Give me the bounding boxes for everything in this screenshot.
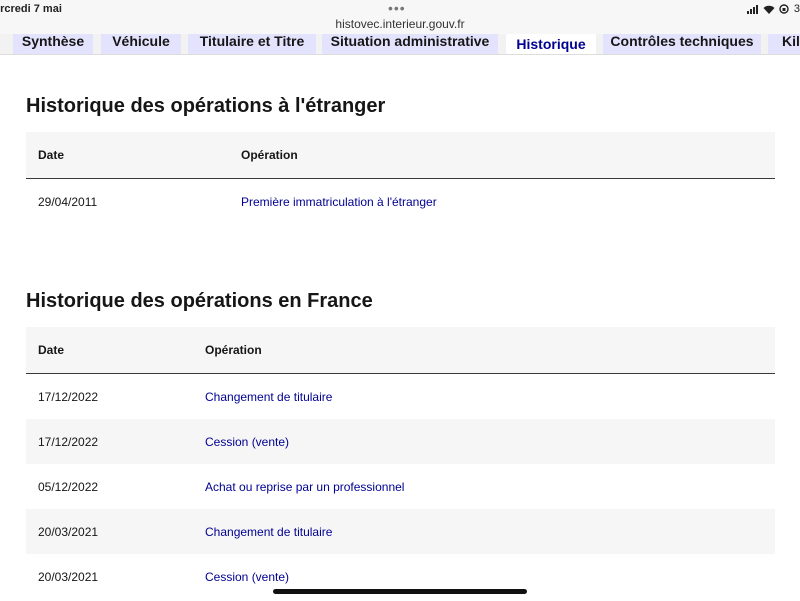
- url-bar[interactable]: histovec.interieur.gouv.fr: [0, 17, 800, 31]
- status-date: ercredi 7 mai: [0, 3, 62, 15]
- battery-level: 3: [793, 3, 800, 15]
- row-date: 20/03/2021: [38, 524, 99, 539]
- header-date: Date: [38, 148, 65, 162]
- row-date: 29/04/2011: [38, 194, 98, 209]
- row-operation-link[interactable]: Achat ou reprise par un professionnel: [205, 464, 404, 509]
- history-panel: Historique des opérations à l'étranger D…: [0, 54, 800, 601]
- row-date: 17/12/2022: [38, 434, 99, 449]
- tab-vehicule[interactable]: Véhicule: [101, 34, 181, 54]
- table-header: Date Opération: [26, 327, 775, 374]
- france-history-table: Date Opération 17/12/2022 Changement de …: [26, 327, 775, 599]
- row-date: 17/12/2022: [38, 389, 99, 404]
- header-operation: Opération: [205, 343, 262, 357]
- more-dots-icon[interactable]: •••: [388, 0, 406, 16]
- row-operation-link[interactable]: Changement de titulaire: [205, 374, 332, 419]
- header-operation: Opération: [241, 148, 298, 162]
- home-indicator[interactable]: [273, 589, 527, 594]
- france-history-title: Historique des opérations en France: [26, 290, 373, 312]
- table-row: 17/12/2022 Cession (vente): [26, 419, 775, 464]
- tab-situation-administrative[interactable]: Situation administrative: [322, 34, 498, 54]
- tab-controles-techniques[interactable]: Contrôles techniques: [603, 34, 761, 54]
- table-row: 29/04/2011 Première immatriculation à l'…: [26, 179, 775, 224]
- tab-bar: Synthèse Véhicule Titulaire et Titre Sit…: [0, 34, 800, 54]
- row-operation-link[interactable]: Cession (vente): [205, 419, 289, 464]
- tab-kilometrage[interactable]: Kilo: [768, 34, 800, 54]
- row-date: 20/03/2021: [38, 569, 99, 584]
- signal-icon: [746, 4, 758, 14]
- tab-synthese[interactable]: Synthèse: [13, 34, 93, 54]
- table-row: 05/12/2022 Achat ou reprise par un profe…: [26, 464, 775, 509]
- foreign-history-table: Date Opération 29/04/2011 Première immat…: [26, 132, 775, 224]
- row-date: 05/12/2022: [38, 479, 99, 494]
- status-icons: 3: [746, 3, 800, 15]
- wifi-icon: [763, 5, 775, 14]
- header-date: Date: [38, 343, 65, 357]
- foreign-history-title: Historique des opérations à l'étranger: [26, 95, 386, 117]
- row-operation-link[interactable]: Première immatriculation à l'étranger: [241, 179, 437, 224]
- table-header: Date Opération: [26, 132, 775, 179]
- row-operation-link[interactable]: Changement de titulaire: [205, 509, 332, 554]
- tab-historique[interactable]: Historique: [506, 34, 596, 54]
- tab-titulaire[interactable]: Titulaire et Titre: [188, 34, 316, 54]
- table-row: 17/12/2022 Changement de titulaire: [26, 374, 775, 419]
- rotation-lock-icon: [779, 4, 789, 14]
- table-row: 20/03/2021 Changement de titulaire: [26, 509, 775, 554]
- status-bar: ercredi 7 mai ••• histovec.interieur.gou…: [0, 0, 800, 34]
